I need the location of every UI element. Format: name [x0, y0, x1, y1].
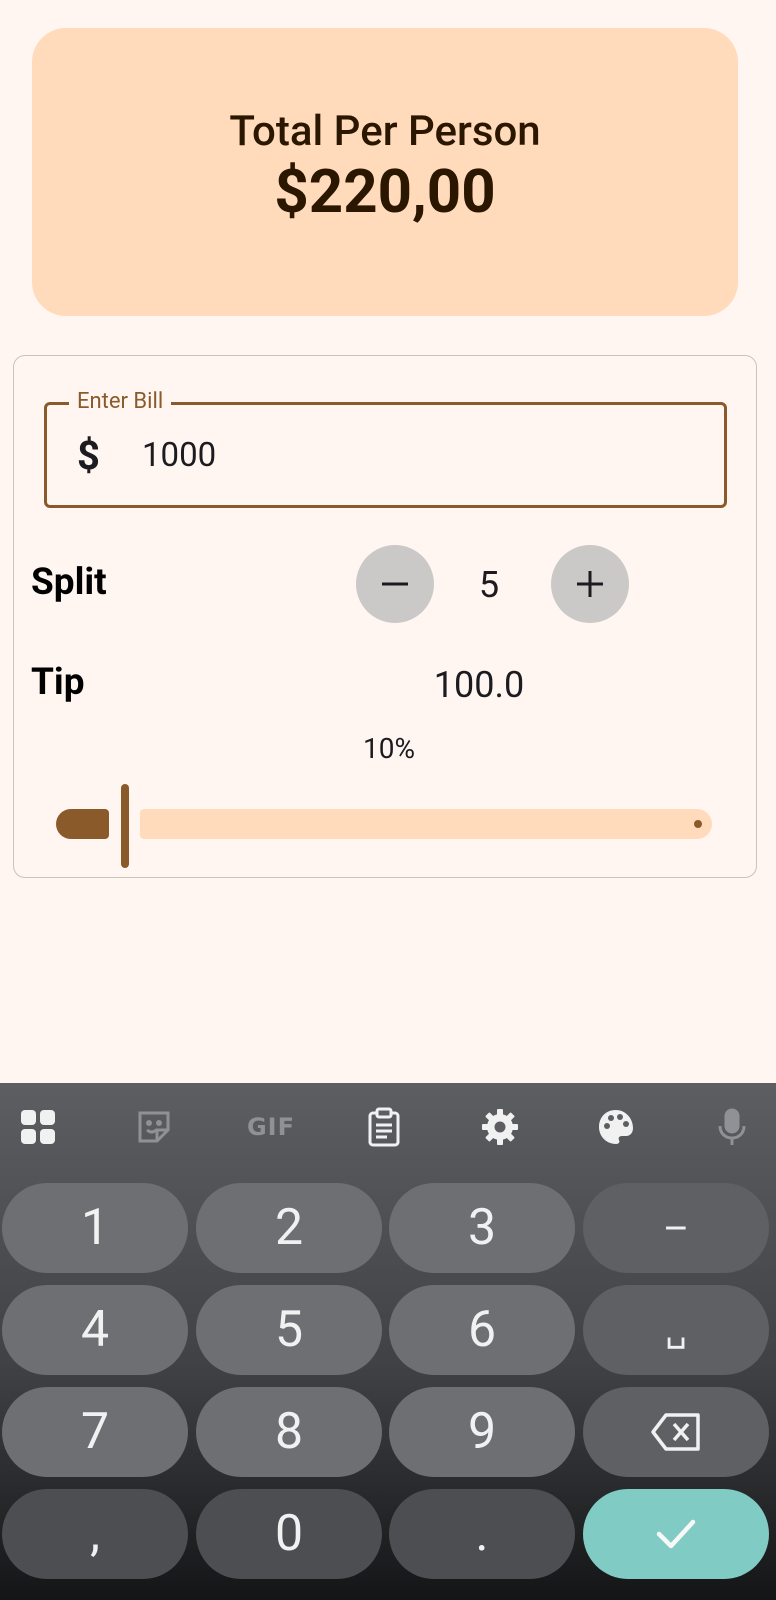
enter-bill-input[interactable] [142, 427, 702, 483]
key-8[interactable]: 8 [196, 1387, 382, 1477]
split-decrease-button[interactable] [356, 545, 434, 623]
key-6[interactable]: 6 [389, 1285, 575, 1375]
key-2[interactable]: 2 [196, 1183, 382, 1273]
key-0[interactable]: 0 [196, 1489, 382, 1579]
key-space[interactable]: ␣ [583, 1285, 769, 1375]
numeric-keyboard: GIF 1 2 3 – 4 5 6 ␣ 7 8 9 , 0 . [0, 1083, 776, 1600]
key-3[interactable]: 3 [389, 1183, 575, 1273]
minus-icon [382, 582, 408, 586]
key-7[interactable]: 7 [2, 1387, 188, 1477]
key-period[interactable]: . [389, 1489, 575, 1579]
settings-icon[interactable] [478, 1105, 522, 1149]
tip-percent: 10% [363, 732, 415, 765]
key-4[interactable]: 4 [2, 1285, 188, 1375]
split-increase-button[interactable] [551, 545, 629, 623]
gif-label: GIF [246, 1113, 296, 1141]
slider-stop-indicator [694, 820, 702, 828]
check-icon [656, 1519, 696, 1549]
sticker-icon[interactable] [132, 1105, 176, 1149]
enter-bill-label: Enter Bill [69, 388, 172, 416]
backspace-key[interactable] [583, 1387, 769, 1477]
dollar-prefix: $ [77, 432, 100, 479]
total-per-person-value: $220,00 [274, 156, 496, 227]
tip-slider[interactable] [56, 776, 728, 868]
key-5[interactable]: 5 [196, 1285, 382, 1375]
clipboard-icon[interactable] [362, 1105, 406, 1149]
microphone-icon[interactable] [710, 1105, 754, 1149]
split-label: Split [31, 561, 107, 604]
palette-icon[interactable] [594, 1105, 638, 1149]
gif-icon[interactable]: GIF [244, 1105, 298, 1149]
key-comma[interactable]: , [2, 1489, 188, 1579]
slider-active-track [56, 809, 109, 839]
key-9[interactable]: 9 [389, 1387, 575, 1477]
bill-form-card: Enter Bill $ Split 5 Tip 100.0 10% [13, 355, 757, 878]
keyboard-toolbar: GIF [0, 1083, 776, 1169]
apps-grid-icon[interactable] [16, 1105, 60, 1149]
key-dash[interactable]: – [583, 1183, 769, 1273]
split-count: 5 [478, 564, 500, 606]
plus-icon [577, 571, 603, 597]
confirm-key[interactable] [583, 1489, 769, 1579]
slider-handle[interactable] [121, 784, 129, 868]
key-1[interactable]: 1 [2, 1183, 188, 1273]
tip-amount: 100.0 [433, 664, 525, 706]
slider-inactive-track [140, 809, 712, 839]
enter-bill-field[interactable]: Enter Bill $ [44, 388, 727, 508]
backspace-icon [651, 1413, 700, 1451]
total-per-person-card: Total Per Person $220,00 [32, 28, 738, 316]
total-per-person-label: Total Per Person [229, 107, 541, 156]
tip-label: Tip [31, 661, 85, 704]
